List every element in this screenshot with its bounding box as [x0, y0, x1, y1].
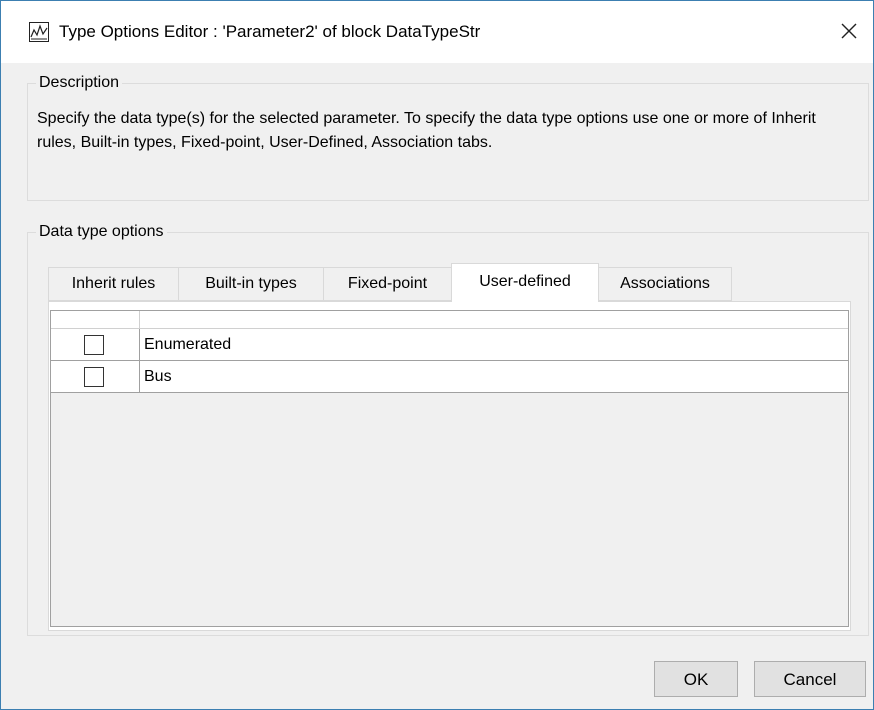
- tab-associations[interactable]: Associations: [598, 267, 732, 301]
- description-label: Description: [36, 73, 123, 93]
- table-header: [51, 311, 848, 329]
- data-type-options-label: Data type options: [36, 222, 167, 242]
- cancel-button[interactable]: Cancel: [754, 661, 866, 697]
- enumerated-label: Enumerated: [144, 336, 232, 353]
- table-row-enumerated[interactable]: Enumerated: [51, 329, 848, 361]
- close-icon[interactable]: [835, 17, 863, 45]
- bus-label: Bus: [144, 368, 172, 385]
- enumerated-checkbox[interactable]: [84, 335, 104, 355]
- tab-user-defined[interactable]: User-defined: [451, 263, 599, 302]
- table-row-bus[interactable]: Bus: [51, 361, 848, 393]
- bus-checkbox[interactable]: [84, 367, 104, 387]
- simulink-block-icon: [29, 22, 49, 42]
- window-title: Type Options Editor : 'Parameter2' of bl…: [59, 22, 481, 41]
- ok-button[interactable]: OK: [654, 661, 738, 697]
- user-defined-panel: Enumerated Bus: [48, 301, 851, 631]
- tab-fixed-point[interactable]: Fixed-point: [323, 267, 452, 301]
- description-text: Specify the data type(s) for the selecte…: [37, 110, 816, 151]
- dialog-window: Type Options Editor : 'Parameter2' of bl…: [0, 0, 874, 710]
- tab-built-in-types[interactable]: Built-in types: [178, 267, 324, 301]
- user-defined-table: Enumerated Bus: [50, 310, 849, 627]
- tab-inherit-rules[interactable]: Inherit rules: [48, 267, 179, 301]
- title-bar[interactable]: Type Options Editor : 'Parameter2' of bl…: [1, 1, 873, 63]
